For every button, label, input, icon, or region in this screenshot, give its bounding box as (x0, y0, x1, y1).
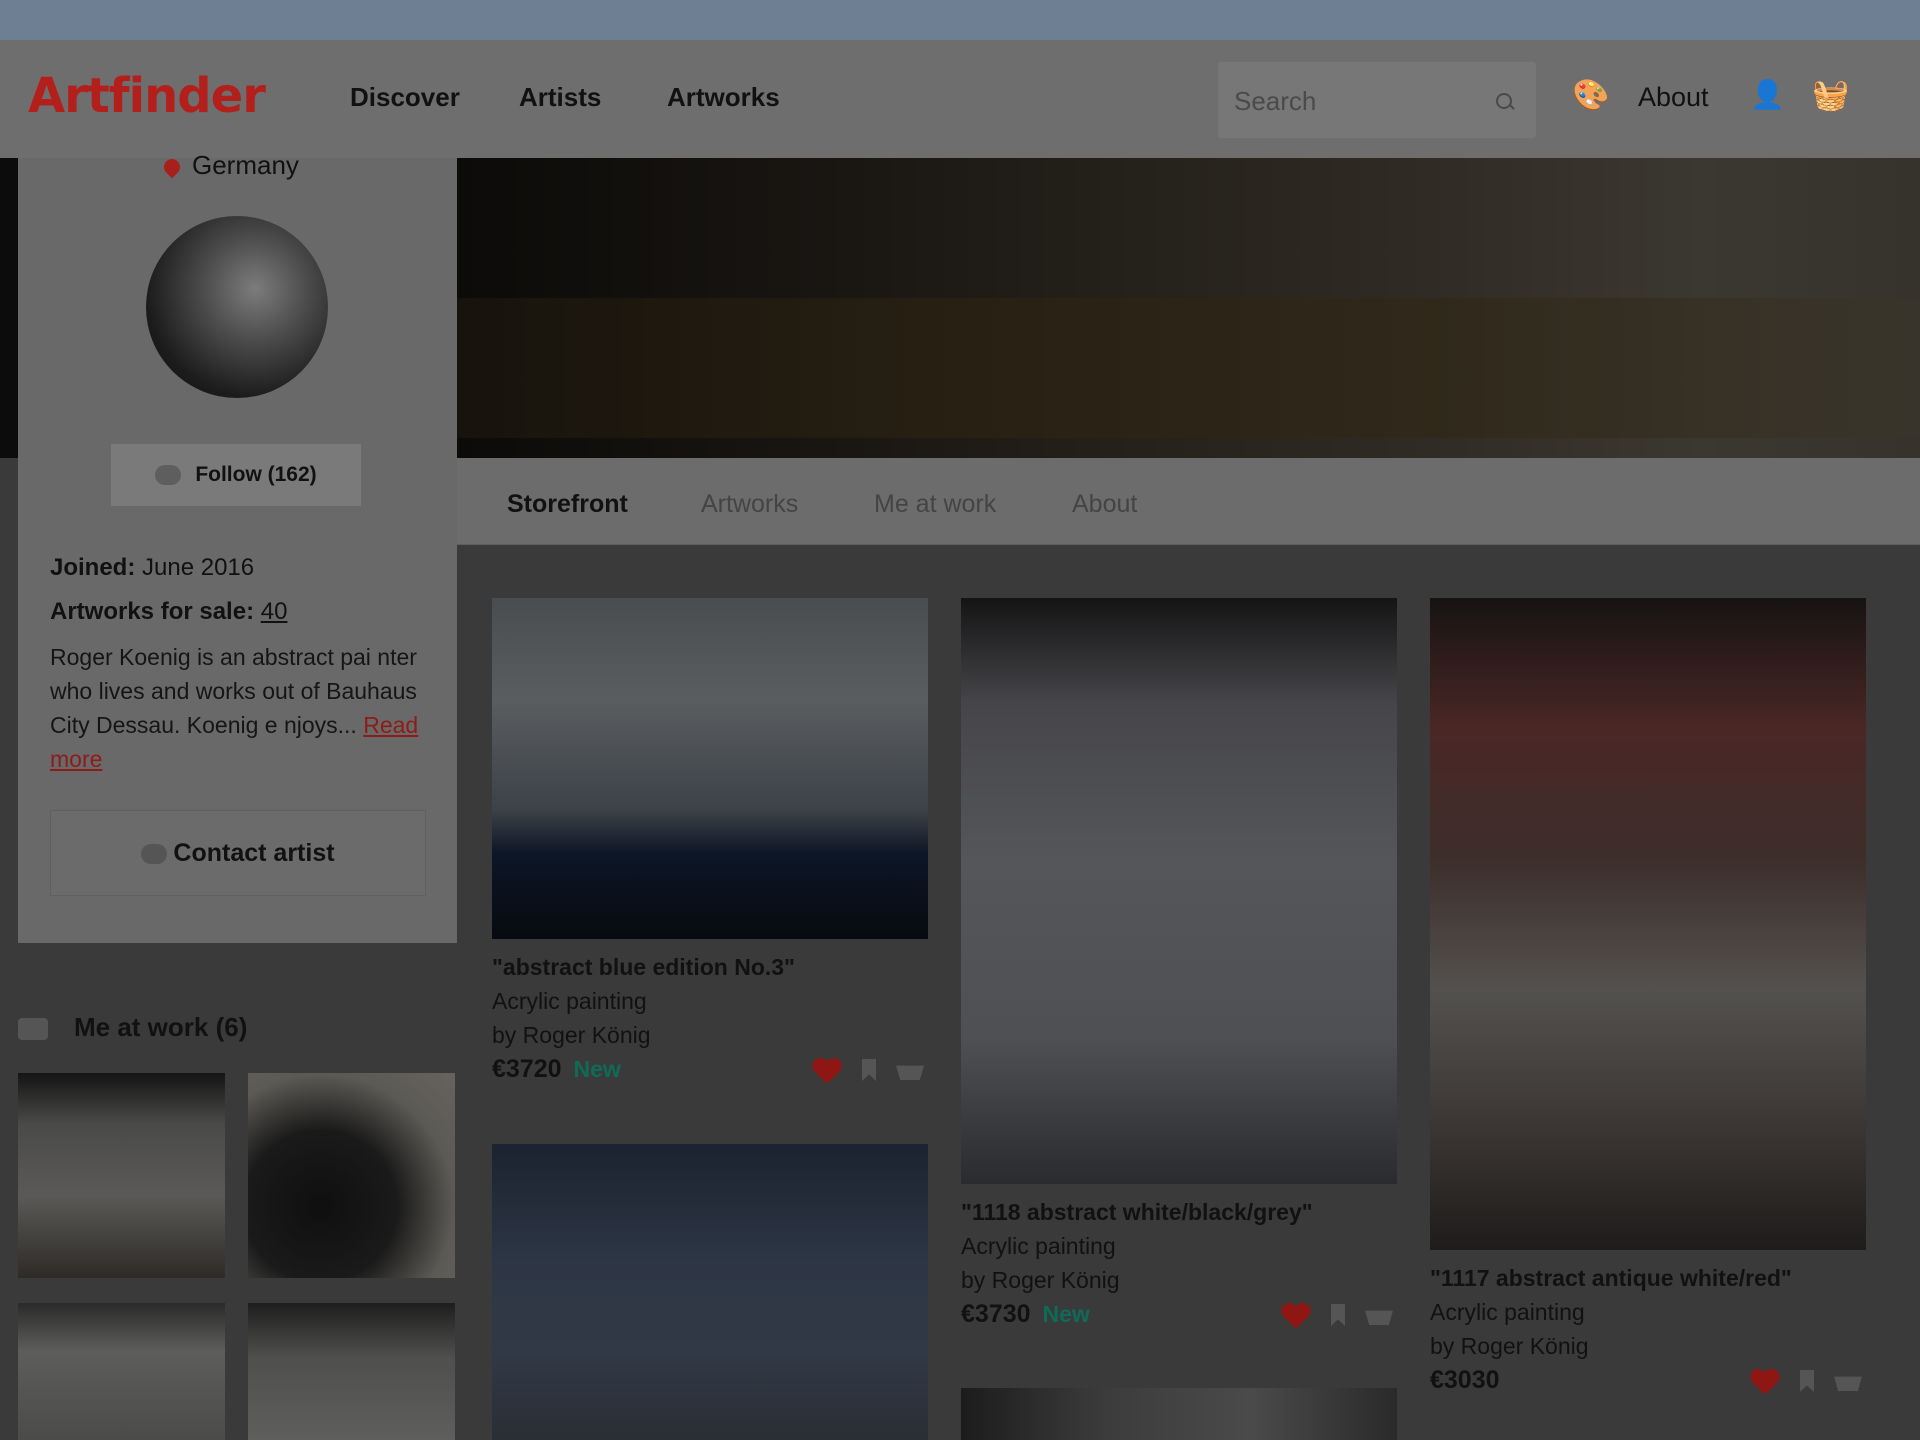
bio-text: Roger Koenig is an abstract pai nter who… (50, 644, 417, 738)
me-at-work-title[interactable]: Me at work (6) (74, 1012, 247, 1042)
favorite-heart-icon[interactable] (812, 1059, 842, 1083)
artwork-image[interactable] (961, 1388, 1397, 1440)
artwork-title[interactable]: "1117 abstract antique white/red" (1430, 1261, 1792, 1295)
artist-profile-card: Germany Follow (162) Joined: June 2016 A… (18, 150, 457, 943)
artist-bio: Roger Koenig is an abstract pai nter who… (50, 640, 425, 776)
me-at-work-heading: Me at work (6) (18, 1012, 247, 1043)
nav-discover[interactable]: Discover (350, 82, 460, 113)
me-at-work-photo[interactable] (248, 1073, 455, 1278)
contact-label: Contact artist (173, 839, 335, 867)
location-pin-icon (160, 155, 184, 179)
bookmark-icon[interactable] (862, 1059, 876, 1081)
banner-left-edge (0, 158, 18, 458)
favorite-heart-icon[interactable] (1750, 1370, 1780, 1394)
artwork-title[interactable]: "abstract blue edition No.3" (492, 950, 795, 984)
heart-icon (155, 465, 182, 486)
joined-label: Joined: (50, 554, 136, 581)
artwork-image[interactable] (1430, 598, 1866, 1250)
search-icon[interactable] (1496, 93, 1512, 109)
artist-avatar (146, 216, 328, 398)
basket-icon[interactable]: 🧺 (1812, 78, 1849, 113)
artwork-artist[interactable]: by Roger König (1430, 1329, 1792, 1363)
browser-top-strip (0, 0, 1920, 42)
artwork-caption: "1118 abstract white/black/grey" Acrylic… (961, 1195, 1313, 1331)
artwork-image[interactable] (961, 598, 1397, 1184)
add-to-basket-icon[interactable] (896, 1065, 924, 1080)
artist-location: Germany (160, 150, 299, 181)
tab-about[interactable]: About (1072, 490, 1137, 519)
search-placeholder: Search (1234, 86, 1317, 116)
me-at-work-photo[interactable] (18, 1303, 225, 1440)
storefront-tabs: Storefront Artworks Me at work About (457, 458, 1920, 545)
new-badge: New (573, 1056, 621, 1082)
artwork-caption: "1117 abstract antique white/red" Acryli… (1430, 1261, 1792, 1397)
artwork-image[interactable] (492, 598, 928, 939)
nav-artists[interactable]: Artists (519, 82, 601, 113)
artfinder-logo[interactable]: Artfinder (28, 68, 266, 124)
artwork-artist[interactable]: by Roger König (492, 1018, 795, 1052)
joined-row: Joined: June 2016 (50, 554, 254, 582)
artwork-title[interactable]: "1118 abstract white/black/grey" (961, 1195, 1313, 1229)
new-badge: New (1042, 1301, 1090, 1327)
add-to-basket-icon[interactable] (1365, 1310, 1393, 1325)
joined-value: June 2016 (142, 554, 255, 581)
contact-artist-button[interactable]: Contact artist (50, 810, 426, 896)
user-icon[interactable]: 👤 (1750, 78, 1785, 111)
me-at-work-photo[interactable] (18, 1073, 225, 1278)
artwork-medium: Acrylic painting (492, 988, 647, 1014)
speech-bubble-icon (141, 844, 168, 865)
favorite-heart-icon[interactable] (1281, 1304, 1311, 1328)
artworks-for-sale-row: Artworks for sale: 40 (50, 598, 287, 626)
site-header: Artfinder Discover Artists Artworks Sear… (0, 40, 1920, 158)
location-text: Germany (192, 150, 299, 180)
artworks-for-sale-label: Artworks for sale: (50, 598, 255, 625)
artworks-for-sale-count[interactable]: 40 (261, 598, 288, 625)
nav-artworks[interactable]: Artworks (667, 82, 780, 113)
camera-icon (18, 1018, 48, 1041)
bookmark-icon[interactable] (1331, 1304, 1345, 1326)
add-to-basket-icon[interactable] (1834, 1376, 1862, 1391)
tab-storefront[interactable]: Storefront (507, 490, 628, 519)
artwork-price: €3030 (1430, 1366, 1500, 1394)
artwork-price: €3720 (492, 1055, 562, 1083)
follow-label: Follow (162) (195, 463, 317, 486)
artwork-medium: Acrylic painting (1430, 1299, 1585, 1325)
tab-me-at-work[interactable]: Me at work (874, 490, 996, 519)
artwork-image[interactable] (492, 1144, 928, 1440)
artwork-artist[interactable]: by Roger König (961, 1263, 1313, 1297)
header-about-link[interactable]: About (1638, 82, 1709, 113)
search-input[interactable]: Search (1218, 62, 1536, 138)
me-at-work-photo[interactable] (248, 1303, 455, 1440)
artwork-price: €3730 (961, 1300, 1031, 1328)
bookmark-icon[interactable] (1800, 1370, 1814, 1392)
follow-button[interactable]: Follow (162) (111, 444, 361, 506)
storefront-banner (457, 158, 1920, 458)
tab-artworks[interactable]: Artworks (701, 490, 798, 519)
artwork-medium: Acrylic painting (961, 1233, 1116, 1259)
artwork-caption: "abstract blue edition No.3" Acrylic pai… (492, 950, 795, 1086)
palette-icon[interactable]: 🎨 (1572, 78, 1609, 113)
